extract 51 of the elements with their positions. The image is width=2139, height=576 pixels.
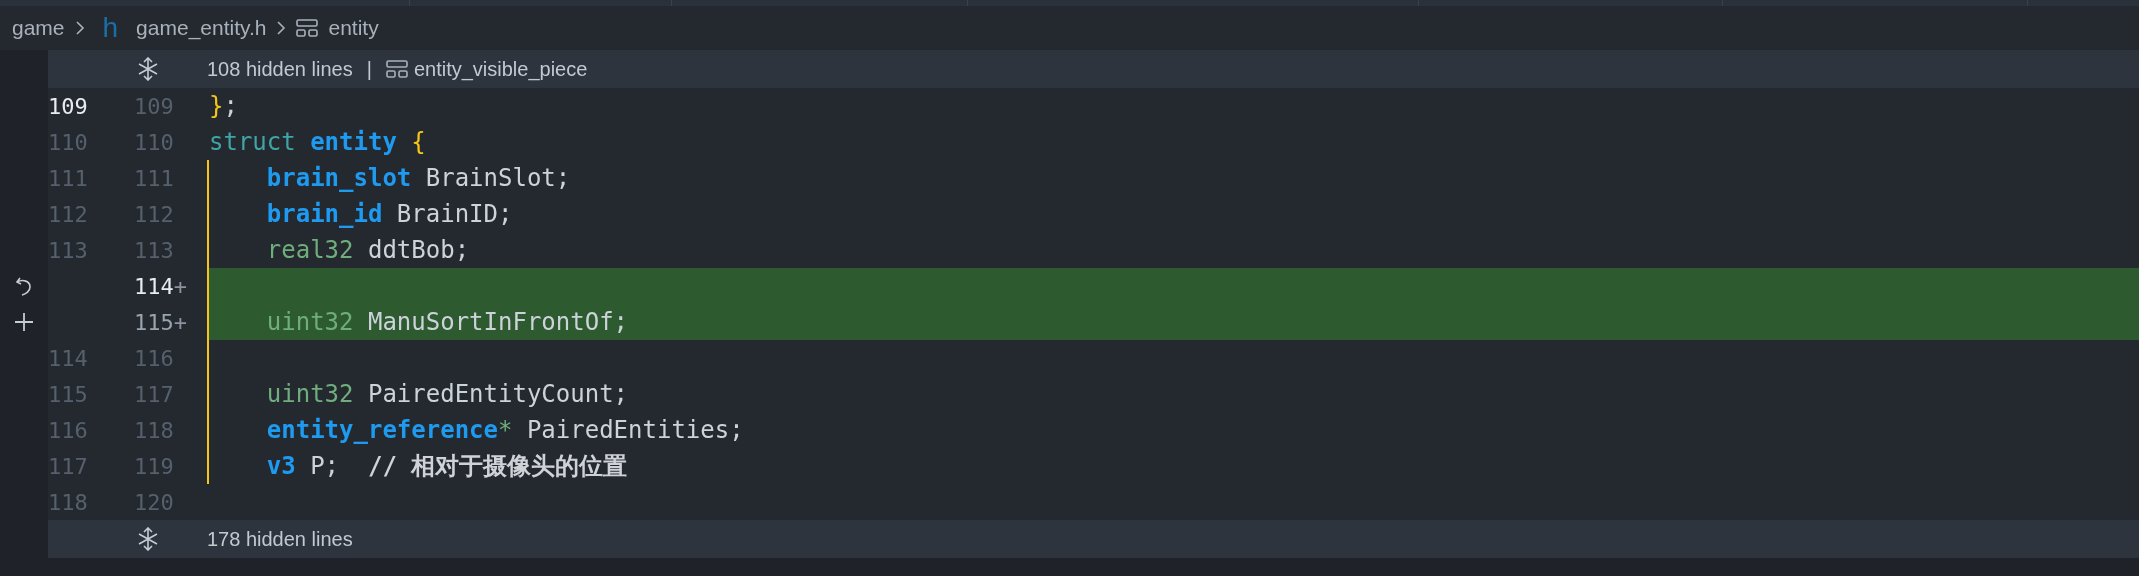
code-text: entity_reference* PairedEntities;: [265, 415, 744, 446]
breadcrumb-item[interactable]: entity: [328, 12, 379, 44]
code-text: };: [209, 91, 238, 122]
code-text: struct entity {: [209, 127, 426, 158]
line-number: 114: [48, 344, 88, 373]
revert-icon[interactable]: [15, 275, 33, 297]
line-number: 111: [48, 164, 88, 193]
hidden-lines-bar[interactable]: 178 hidden lines: [48, 520, 2139, 558]
line-number: 115: [48, 380, 88, 409]
line-number: 110: [134, 128, 174, 157]
symbol-name: entity_visible_piece: [413, 57, 588, 83]
code-text: real32 ddtBob;: [265, 235, 470, 266]
code-text: uint32 PairedEntityCount;: [265, 379, 629, 410]
code-text: v3 P; // 相对于摄像头的位置: [265, 451, 628, 482]
line-number: 115: [134, 308, 174, 337]
plus-icon[interactable]: [13, 311, 35, 333]
breadcrumb-item[interactable]: game_entity.h: [136, 12, 267, 44]
added-marker: +: [173, 272, 187, 301]
line-number: 113: [48, 236, 88, 265]
line-number: 117: [48, 452, 88, 481]
breadcrumb-item[interactable]: game: [12, 12, 65, 44]
line-number: 118: [48, 488, 88, 517]
line-number: 114: [134, 272, 174, 301]
line-number: 110: [48, 128, 88, 157]
code-text: brain_id BrainID;: [265, 199, 513, 230]
chevron-icon: [276, 20, 287, 36]
line-number: 112: [48, 200, 88, 229]
code-text: brain_slot BrainSlot;: [265, 163, 571, 194]
hidden-lines-bar[interactable]: 108 hidden lines | entity_visible_piece: [48, 50, 2139, 88]
line-number: 117: [134, 380, 174, 409]
struct-icon: [296, 19, 319, 37]
added-marker: +: [173, 308, 187, 337]
line-number: 111: [134, 164, 174, 193]
unfold-icon[interactable]: [137, 57, 159, 81]
line-number: 116: [134, 344, 174, 373]
line-number: 116: [48, 416, 88, 445]
header-file-icon: h: [102, 7, 119, 49]
line-number: 109: [48, 92, 88, 121]
struct-icon: [385, 60, 408, 78]
line-number: 120: [134, 488, 174, 517]
unfold-icon[interactable]: [137, 527, 159, 551]
line-number: 113: [134, 236, 174, 265]
code-text: uint32 ManuSortInFrontOf;: [265, 307, 629, 338]
chevron-icon: [74, 20, 85, 36]
line-number: 118: [134, 416, 174, 445]
line-number: 112: [134, 200, 174, 229]
line-number: 119: [134, 452, 174, 481]
separator: |: [366, 57, 372, 82]
hidden-lines-label: 178 hidden lines: [207, 527, 353, 552]
hidden-lines-label: 108 hidden lines: [207, 57, 353, 82]
line-number: 109: [134, 92, 174, 121]
